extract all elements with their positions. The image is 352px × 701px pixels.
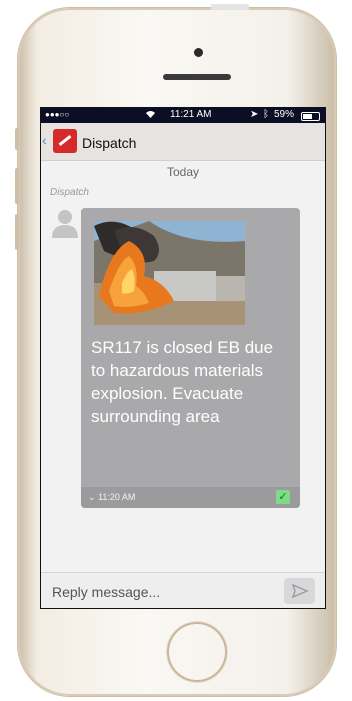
send-button[interactable] — [284, 578, 315, 604]
message-footer: ⌄ 11:20 AM ✓ — [81, 487, 300, 508]
screen: ●●●○○ 11:21 AM ➤ ᛒ 59% ‹ Dispatch Today … — [40, 107, 326, 609]
volume-down-button — [15, 214, 19, 250]
wifi-icon — [145, 109, 156, 122]
home-button[interactable] — [167, 622, 227, 682]
bluetooth-icon: ᛒ — [263, 109, 269, 120]
message-bubble[interactable]: SR117 is closed EB due to hazardous mate… — [81, 208, 300, 508]
sender-label: Dispatch — [50, 187, 89, 198]
front-camera — [194, 48, 203, 57]
navigation-bar: ‹ Dispatch — [41, 123, 325, 161]
avatar-icon — [52, 210, 78, 238]
message-photo[interactable] — [94, 221, 245, 325]
back-chevron-icon[interactable]: ‹ — [42, 132, 47, 148]
reply-input[interactable] — [50, 579, 280, 605]
status-bar: ●●●○○ 11:21 AM ➤ ᛒ 59% — [41, 108, 325, 123]
volume-up-button — [15, 168, 19, 204]
power-button — [211, 4, 249, 10]
status-time: 11:21 AM — [170, 109, 212, 120]
send-icon — [291, 583, 309, 599]
mute-switch — [15, 128, 19, 150]
dispatch-logo-icon — [53, 129, 77, 153]
delivered-check-icon: ✓ — [276, 490, 290, 504]
battery-percent: 59% — [274, 109, 295, 120]
message-text: SR117 is closed EB due to hazardous mate… — [91, 338, 274, 426]
signal-strength: ●●●○○ — [45, 110, 70, 119]
earpiece-speaker — [163, 74, 231, 80]
date-separator: Today — [166, 165, 200, 179]
message-time: ⌄ 11:20 AM — [88, 492, 135, 503]
reply-bar — [41, 572, 325, 608]
message-time-label: 11:20 AM — [98, 492, 136, 502]
chevron-down-icon[interactable]: ⌄ — [88, 492, 96, 502]
page-title: Dispatch — [82, 135, 137, 151]
location-arrow-icon: ➤ — [250, 109, 259, 120]
battery-icon — [301, 112, 320, 121]
